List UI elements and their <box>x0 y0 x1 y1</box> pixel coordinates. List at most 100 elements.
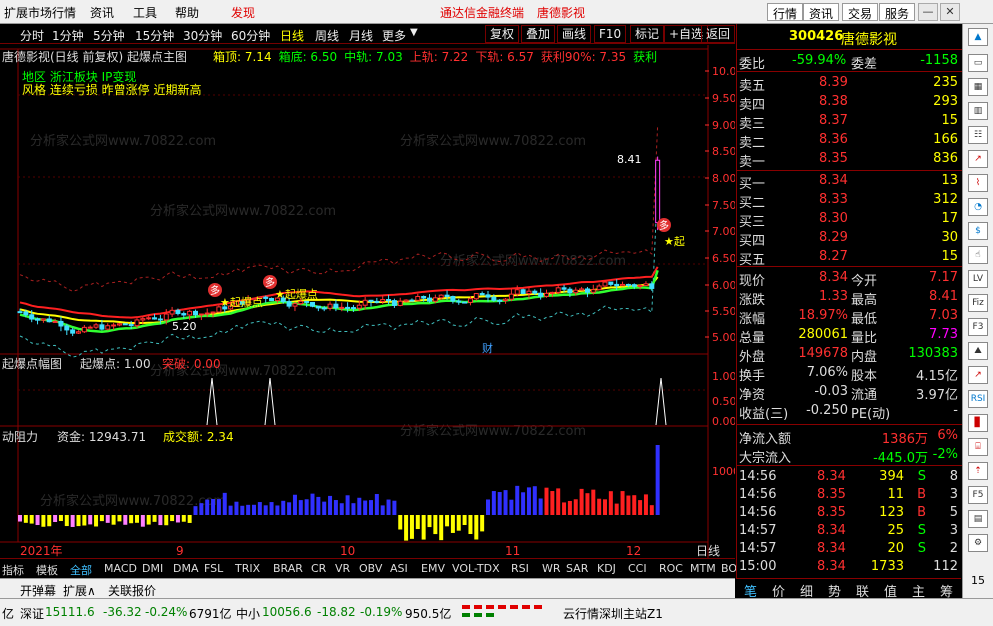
table-icon[interactable]: ☷ <box>968 126 988 144</box>
chevron-down-icon[interactable]: ▼ <box>410 27 418 38</box>
hand-icon[interactable]: ☝ <box>968 246 988 264</box>
fiz-icon[interactable]: Fiz <box>968 294 988 312</box>
fuquan-button[interactable]: 复权 <box>485 25 520 43</box>
extend-toggle[interactable]: 扩展∧ <box>63 582 96 599</box>
flow-bar <box>608 491 613 515</box>
indicator-tab[interactable]: OBV <box>359 562 382 575</box>
bars-icon[interactable]: ▊ <box>968 414 988 432</box>
tick-row-cell: 8.34 <box>817 541 846 556</box>
mark-button[interactable]: 标记 <box>630 25 665 43</box>
kline-icon[interactable]: ⌇ <box>968 174 988 192</box>
candle-body <box>584 288 590 293</box>
f5-icon[interactable]: F5 <box>968 486 988 504</box>
flow-bar <box>345 495 350 515</box>
indicator-tab[interactable]: WR <box>542 562 561 575</box>
period-60min[interactable]: 60分钟 <box>231 27 270 44</box>
page-icon[interactable]: ▤ <box>968 510 988 528</box>
arrow-up-icon[interactable]: ⇡ <box>968 462 988 480</box>
indicator-tab[interactable]: 全部 <box>70 562 92 578</box>
related-quote-tab[interactable]: 关联报价 <box>108 582 156 599</box>
period-more[interactable]: 更多 <box>382 27 406 44</box>
dollar-icon[interactable]: $ <box>968 222 988 240</box>
back-button[interactable]: 返回 <box>701 25 735 43</box>
minimize-icon[interactable]: — <box>918 3 938 21</box>
flow-bar <box>41 515 46 527</box>
danmu-toggle[interactable]: 开弹幕 <box>20 582 56 599</box>
period-1min[interactable]: 1分钟 <box>52 27 84 44</box>
kline-chart[interactable]: 分析家公式网www.70822.com 分析家公式网www.70822.com … <box>0 45 735 558</box>
candle-body <box>403 299 409 302</box>
indicator-tab[interactable]: EMV <box>421 562 445 575</box>
tick-row: 14:57 8.34 20 S 2 <box>737 540 962 558</box>
period-weekly[interactable]: 周线 <box>315 27 339 44</box>
mountain-icon[interactable]: ⛰ <box>968 342 988 360</box>
tick-row-cell: 8 <box>949 469 958 484</box>
indicator-tab[interactable]: SAR <box>566 562 588 575</box>
candle-body <box>409 299 415 302</box>
sidebar-number-15[interactable]: 15 <box>971 574 985 587</box>
x-axis-month: 9 <box>176 544 184 558</box>
chart-toolbar: 分时 1分钟 5分钟 15分钟 30分钟 60分钟 日线 周线 月线 更多 ▼ … <box>0 24 735 44</box>
chart-title: 唐德影视(日线 前复权) 起爆点主图 <box>2 49 187 64</box>
chart-area[interactable]: 分析家公式网www.70822.com 分析家公式网www.70822.com … <box>0 45 735 558</box>
trend-icon[interactable]: ↗ <box>968 366 988 384</box>
news-button[interactable]: 资讯 <box>803 3 840 21</box>
stat-row-cell: 现价 <box>739 274 766 289</box>
indicator-tab[interactable]: TRIX <box>235 562 260 575</box>
menu-discover[interactable]: 发现 <box>231 4 255 21</box>
chart-icon[interactable]: ▥ <box>968 102 988 120</box>
gear-icon[interactable]: ⚙ <box>968 534 988 552</box>
pie-icon[interactable]: ◔ <box>968 198 988 216</box>
candle-body <box>637 285 643 288</box>
lv-icon[interactable]: LV <box>968 270 988 288</box>
indicator-tab[interactable]: MACD <box>104 562 137 575</box>
candle-body <box>321 307 327 310</box>
f10-button[interactable]: F10 <box>594 25 627 43</box>
indicator-tab[interactable]: CCI <box>628 562 647 575</box>
trade-button[interactable]: 交易 <box>842 3 879 21</box>
stat-row-cell: 外盘 <box>739 350 766 365</box>
sub1-y-label: 0.00 <box>712 415 735 428</box>
server-label[interactable]: 云行情深圳主站Z1 <box>563 605 663 622</box>
indicator-tab[interactable]: DMA <box>173 562 199 575</box>
sell-level-cell: 836 <box>933 151 958 166</box>
period-5min[interactable]: 5分钟 <box>93 27 125 44</box>
period-daily[interactable]: 日线 <box>280 27 304 44</box>
f3-icon[interactable]: F3 <box>968 318 988 336</box>
indicator-tab[interactable]: 模板 <box>36 562 58 578</box>
period-fenshi[interactable]: 分时 <box>20 27 44 44</box>
period-monthly[interactable]: 月线 <box>349 27 373 44</box>
indicator-tab[interactable]: RSI <box>511 562 529 575</box>
indicator-tab[interactable]: VR <box>335 562 350 575</box>
indicator-tab[interactable]: 指标 <box>2 562 24 578</box>
rsi-icon[interactable]: RSI <box>968 390 988 408</box>
flow-bar <box>257 502 262 515</box>
indicator-tab[interactable]: ASI <box>390 562 408 575</box>
up-arrow-icon[interactable]: ▲ <box>968 28 988 46</box>
menu-news[interactable]: 资讯 <box>90 4 114 21</box>
indicator-tab[interactable]: FSL <box>204 562 223 575</box>
period-15min[interactable]: 15分钟 <box>135 27 174 44</box>
service-button[interactable]: 服务 <box>879 3 916 21</box>
indicator-tab[interactable]: KDJ <box>597 562 616 575</box>
indicator-tab[interactable]: VOL-TDX <box>452 562 500 575</box>
quote-button[interactable]: 行情 <box>767 3 804 21</box>
overlay-button[interactable]: 叠加 <box>521 25 556 43</box>
draw-line-button[interactable]: 画线 <box>557 25 592 43</box>
kline2-icon[interactable]: ⌸ <box>968 438 988 456</box>
line-chart-icon[interactable]: ↗ <box>968 150 988 168</box>
flow-bar <box>281 500 286 515</box>
indicator-tab[interactable]: BRAR <box>273 562 303 575</box>
period-30min[interactable]: 30分钟 <box>183 27 222 44</box>
indicator-tab[interactable]: CR <box>311 562 326 575</box>
menu-extended-market[interactable]: 扩展市场行情 <box>4 4 76 21</box>
menu-tools[interactable]: 工具 <box>133 4 157 21</box>
indicator-tab[interactable]: ROC <box>659 562 683 575</box>
flow-bar <box>246 504 251 515</box>
window-icon[interactable]: ▭ <box>968 54 988 72</box>
menu-help[interactable]: 帮助 <box>175 4 199 21</box>
indicator-tab[interactable]: DMI <box>142 562 163 575</box>
indicator-tab[interactable]: MTM <box>690 562 716 575</box>
grid-icon[interactable]: ▦ <box>968 78 988 96</box>
close-icon[interactable]: ✕ <box>940 3 960 21</box>
